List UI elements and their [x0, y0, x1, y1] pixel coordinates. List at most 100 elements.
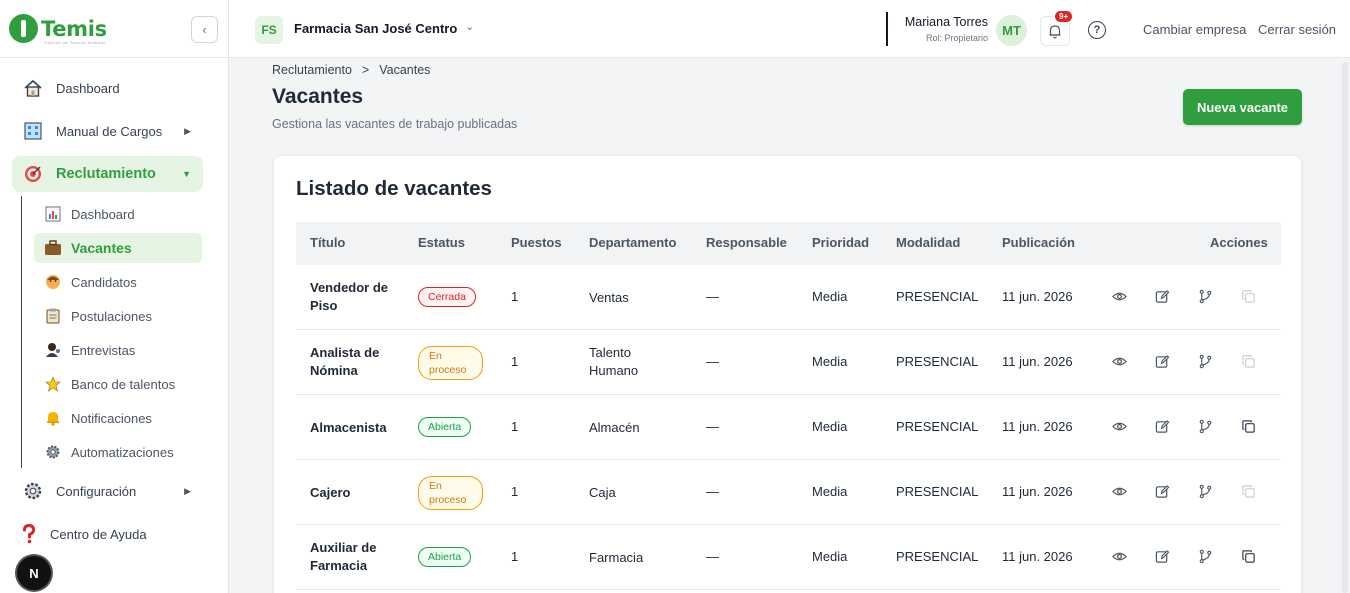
- owner-cell: —: [706, 549, 719, 564]
- positions-cell: 1: [511, 354, 519, 369]
- view-icon[interactable]: [1110, 417, 1128, 435]
- column-header: Título: [310, 235, 346, 250]
- view-icon[interactable]: [1110, 482, 1128, 500]
- edit-icon[interactable]: [1153, 482, 1171, 500]
- column-header: Acciones: [1210, 235, 1268, 250]
- topbar: FS Farmacia San José Centro ⌄ Mariana To…: [229, 0, 1350, 58]
- column-header: Responsable: [706, 235, 787, 250]
- star-icon: [44, 375, 62, 393]
- target-icon: [22, 163, 44, 185]
- bar-chart-icon: [44, 205, 62, 223]
- column-header: Puestos: [511, 235, 562, 250]
- sidebar-item-dashboard[interactable]: Dashboard: [12, 70, 203, 106]
- status-badge: En proceso: [418, 476, 483, 510]
- sidebar-item-label: Dashboard: [56, 80, 120, 96]
- new-vacancy-button[interactable]: Nueva vacante: [1183, 89, 1302, 125]
- sidebar-subitem-vacantes[interactable]: Vacantes: [34, 233, 202, 263]
- breadcrumb: Reclutamiento > Vacantes: [272, 63, 430, 77]
- pipeline-icon[interactable]: [1196, 352, 1214, 370]
- priority-cell: Media: [812, 484, 848, 499]
- sidebar-item-label: Centro de Ayuda: [50, 526, 147, 542]
- priority-cell: Media: [812, 289, 848, 304]
- sidebar-item-label: Configuración: [56, 483, 137, 499]
- sidebar-subitem-label: Vacantes: [71, 240, 132, 256]
- column-header: Estatus: [418, 235, 465, 250]
- switch-company-link[interactable]: Cambiar empresa: [1143, 22, 1246, 37]
- vacancy-title: Analista de Nómina: [310, 345, 380, 378]
- pipeline-icon[interactable]: [1196, 547, 1214, 565]
- duplicate-icon[interactable]: [1239, 547, 1257, 565]
- sidebar-subitem-banco-de-talentos[interactable]: Banco de talentos: [34, 369, 202, 399]
- published-cell: 11 jun. 2026: [1002, 354, 1073, 369]
- chevron-down-icon[interactable]: ⌄: [465, 20, 474, 33]
- table-row: Vendedor de Piso Cerrada 1 Ventas — Media PRES…: [296, 265, 1281, 330]
- dev-tools-avatar[interactable]: N: [17, 556, 51, 590]
- collapse-sidebar-button[interactable]: ‹: [191, 16, 218, 43]
- column-header: Departamento: [589, 235, 677, 250]
- status-badge: Cerrada: [418, 287, 476, 307]
- duplicate-icon[interactable]: [1239, 482, 1257, 500]
- chevron-left-icon: ‹: [202, 22, 207, 37]
- brand-name: Temis: [41, 16, 107, 41]
- sidebar-subitem-candidatos[interactable]: Candidatos: [34, 267, 202, 297]
- edit-icon[interactable]: [1153, 352, 1171, 370]
- edit-icon[interactable]: [1153, 287, 1171, 305]
- caret-down-icon: ▼: [182, 169, 191, 179]
- vacancy-title: Vendedor de Piso: [310, 280, 389, 313]
- vacancy-title: Almacenista: [310, 420, 387, 435]
- mode-cell: PRESENCIAL: [896, 484, 979, 499]
- table-row: Analista de Nómina En proceso 1 Talento Hum…: [296, 330, 1281, 395]
- brand-tagline: Gestión de Talento Humano: [44, 40, 107, 45]
- duplicate-icon[interactable]: [1239, 417, 1257, 435]
- department-cell: Farmacia: [589, 550, 644, 565]
- published-cell: 11 jun. 2026: [1002, 419, 1073, 434]
- sidebar-subitem-entrevistas[interactable]: Entrevistas: [34, 335, 202, 365]
- duplicate-icon[interactable]: [1239, 287, 1257, 305]
- company-badge[interactable]: FS: [255, 16, 283, 44]
- edit-icon[interactable]: [1153, 417, 1171, 435]
- pipeline-icon[interactable]: [1196, 482, 1214, 500]
- view-icon[interactable]: [1110, 287, 1128, 305]
- view-icon[interactable]: [1110, 547, 1128, 565]
- gear-icon: [22, 480, 44, 502]
- view-icon[interactable]: [1110, 352, 1128, 370]
- sidebar-subitem-label: Entrevistas: [71, 342, 136, 358]
- sidebar-item-manual-de-cargos[interactable]: Manual de Cargos ▶: [12, 113, 203, 149]
- pipeline-icon[interactable]: [1196, 287, 1214, 305]
- breadcrumb-item[interactable]: Reclutamiento: [272, 63, 352, 77]
- mode-cell: PRESENCIAL: [896, 354, 979, 369]
- sidebar-subitem-postulaciones[interactable]: Postulaciones: [34, 301, 202, 331]
- sidebar-subitem-label: Postulaciones: [71, 308, 152, 324]
- table-header: Título Estatus Puestos Departamento Resp…: [296, 222, 1281, 265]
- column-header: Publicación: [1002, 235, 1075, 250]
- breadcrumb-item: Vacantes: [379, 63, 431, 77]
- sidebar: Temis Gestión de Talento Humano ‹ Dashbo…: [0, 0, 229, 593]
- sidebar-subitem-notificaciones[interactable]: Notificaciones: [34, 403, 202, 433]
- scrollbar[interactable]: [1342, 62, 1348, 593]
- sidebar-item-centro-de-ayuda[interactable]: Centro de Ayuda: [12, 516, 203, 552]
- help-button[interactable]: ?: [1088, 21, 1106, 39]
- sidebar-subitem-dashboard[interactable]: Dashboard: [34, 199, 202, 229]
- breadcrumb-separator: >: [361, 63, 370, 77]
- company-selector[interactable]: Farmacia San José Centro: [294, 21, 457, 36]
- published-cell: 11 jun. 2026: [1002, 549, 1073, 564]
- logout-link[interactable]: Cerrar sesión: [1258, 22, 1336, 37]
- column-header: Modalidad: [896, 235, 961, 250]
- priority-cell: Media: [812, 419, 848, 434]
- pipeline-icon[interactable]: [1196, 417, 1214, 435]
- topbar-divider: [886, 12, 888, 46]
- page-subtitle: Gestiona las vacantes de trabajo publica…: [272, 117, 518, 131]
- temis-logo-icon: [9, 14, 38, 43]
- user-avatar[interactable]: MT: [996, 15, 1027, 46]
- sidebar-item-configuracion[interactable]: Configuración ▶: [12, 473, 203, 509]
- sidebar-subitem-automatizaciones[interactable]: Automatizaciones: [34, 437, 202, 467]
- house-icon: [22, 77, 44, 99]
- table-row: Cajero En proceso 1 Caja — Media PRESENCIAL 11 …: [296, 460, 1281, 525]
- vacancy-title: Auxiliar de Farmacia: [310, 540, 377, 573]
- sidebar-item-reclutamiento[interactable]: Reclutamiento ▼: [12, 156, 203, 192]
- duplicate-icon[interactable]: [1239, 352, 1257, 370]
- edit-icon[interactable]: [1153, 547, 1171, 565]
- user-name: Mariana Torres: [904, 15, 988, 29]
- department-cell: Caja: [589, 485, 616, 500]
- priority-cell: Media: [812, 549, 848, 564]
